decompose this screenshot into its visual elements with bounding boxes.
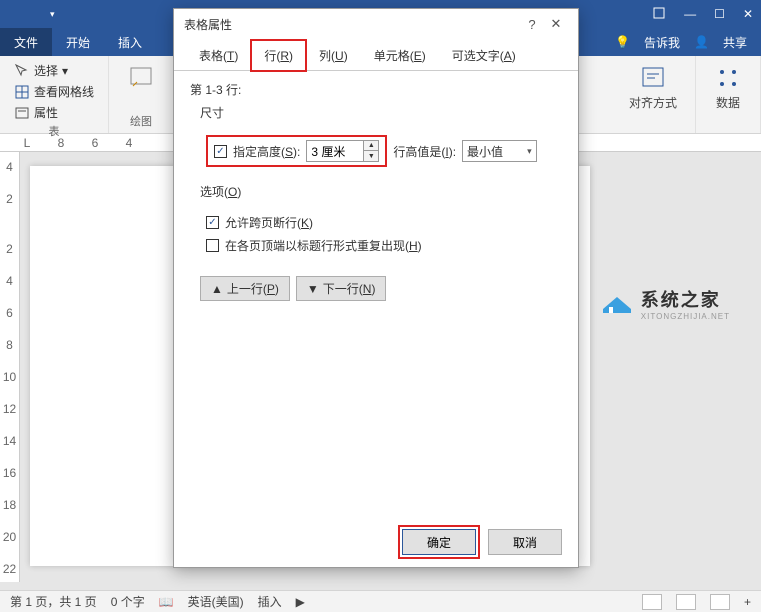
height-is-label: 行高值是(I): xyxy=(393,143,456,160)
height-input[interactable] xyxy=(307,141,363,161)
dialog-titlebar: 表格属性 ? ✕ xyxy=(174,9,578,39)
tab-row[interactable]: 行(R) xyxy=(251,40,306,71)
repeat-header-label: 在各页顶端以标题行形式重复出现(H) xyxy=(225,237,422,254)
height-is-select[interactable]: 最小值▾ xyxy=(462,140,537,162)
table-properties-dialog: 表格属性 ? ✕ 表格(T) 行(R) 列(U) 单元格(E) 可选文字(A) … xyxy=(173,8,579,568)
triangle-up-icon: ▲ xyxy=(211,282,223,296)
chevron-down-icon: ▾ xyxy=(527,146,532,157)
tab-column[interactable]: 列(U) xyxy=(306,40,361,71)
status-page[interactable]: 第 1 页，共 1 页 xyxy=(10,593,97,610)
height-spinbox[interactable]: ▲▼ xyxy=(306,140,379,162)
ribbon-group-data: 数据 . xyxy=(696,56,761,133)
allow-break-checkbox[interactable]: ✓ xyxy=(206,216,219,229)
tell-me-icon[interactable]: 💡 xyxy=(615,35,630,49)
align-button[interactable]: 对齐方式 xyxy=(621,60,685,115)
view-print-button[interactable] xyxy=(676,594,696,610)
status-words[interactable]: 0 个字 xyxy=(111,593,145,610)
tab-file[interactable]: 文件 xyxy=(0,28,52,56)
dialog-title: 表格属性 xyxy=(184,16,232,33)
tell-me-label[interactable]: 告诉我 xyxy=(644,34,680,51)
ribbon-group-label: 绘图 xyxy=(119,113,163,129)
prev-row-button[interactable]: ▲上一行(P) xyxy=(200,276,290,301)
next-row-button[interactable]: ▼下一行(N) xyxy=(296,276,387,301)
dialog-close-button[interactable]: ✕ xyxy=(544,16,568,32)
view-web-button[interactable] xyxy=(710,594,730,610)
qat-customize-icon[interactable]: ▾ xyxy=(50,9,55,20)
status-macro-icon[interactable]: ▶ xyxy=(296,595,305,609)
allow-break-label: 允许跨页断行(K) xyxy=(225,214,313,231)
share-icon[interactable]: 👤 xyxy=(694,35,709,49)
ribbon-options-icon[interactable] xyxy=(652,6,666,23)
properties-button[interactable]: 属性 xyxy=(10,102,98,123)
dialog-body: 第 1-3 行: 尺寸 ✓ 指定高度(S): ▲▼ 行高值是(I): 最小值▾ … xyxy=(174,71,578,517)
ribbon-group-table: 选择 ▾ 查看网格线 属性 表 xyxy=(0,56,109,133)
repeat-header-checkbox[interactable] xyxy=(206,239,219,252)
options-group-label: 选项(O) xyxy=(200,183,562,200)
tab-home[interactable]: 开始 xyxy=(52,28,104,56)
dialog-tabs: 表格(T) 行(R) 列(U) 单元格(E) 可选文字(A) xyxy=(174,39,578,71)
tab-alt-text[interactable]: 可选文字(A) xyxy=(439,40,529,71)
select-button[interactable]: 选择 ▾ xyxy=(10,60,98,81)
minimize-button[interactable]: — xyxy=(684,7,696,21)
maximize-button[interactable]: ☐ xyxy=(714,7,725,21)
window-controls: — ☐ ✕ xyxy=(652,6,753,23)
view-gridlines-button[interactable]: 查看网格线 xyxy=(10,81,98,102)
specify-height-label: 指定高度(S): xyxy=(233,143,300,160)
dialog-footer: 确定 取消 xyxy=(174,517,578,567)
status-bar: 第 1 页，共 1 页 0 个字 📖 英语(美国) 插入 ▶ + xyxy=(0,590,761,612)
quick-access-toolbar: ▾ xyxy=(8,7,55,21)
status-language[interactable]: 英语(美国) xyxy=(188,593,244,610)
size-group-label: 尺寸 xyxy=(200,104,562,121)
status-proofing-icon[interactable]: 📖 xyxy=(159,595,174,609)
view-read-button[interactable] xyxy=(642,594,662,610)
rows-range-label: 第 1-3 行: xyxy=(190,81,562,98)
data-button[interactable]: 数据 xyxy=(706,60,750,115)
share-label[interactable]: 共享 xyxy=(723,34,747,51)
spin-up-icon[interactable]: ▲ xyxy=(364,141,378,151)
draw-button[interactable] xyxy=(119,60,163,96)
cancel-button[interactable]: 取消 xyxy=(488,529,562,555)
ruler-vertical: 4224681012141618202224 xyxy=(0,152,20,582)
ribbon-group-align: 对齐方式 . xyxy=(611,56,696,133)
ribbon-group-draw: 绘图 xyxy=(109,56,174,133)
tab-cell[interactable]: 单元格(E) xyxy=(361,40,439,71)
tab-table[interactable]: 表格(T) xyxy=(186,40,251,71)
tab-insert[interactable]: 插入 xyxy=(104,28,156,56)
close-window-button[interactable]: ✕ xyxy=(743,7,753,21)
specify-height-checkbox[interactable]: ✓ xyxy=(214,145,227,158)
triangle-down-icon: ▼ xyxy=(307,282,319,296)
dialog-help-button[interactable]: ? xyxy=(520,17,544,32)
status-insert-mode[interactable]: 插入 xyxy=(258,593,282,610)
spin-down-icon[interactable]: ▼ xyxy=(364,151,378,161)
ok-button[interactable]: 确定 xyxy=(402,529,476,555)
watermark-logo: 系统之家XITONGZHIJIA.NET xyxy=(599,286,730,321)
zoom-in-button[interactable]: + xyxy=(744,595,751,609)
